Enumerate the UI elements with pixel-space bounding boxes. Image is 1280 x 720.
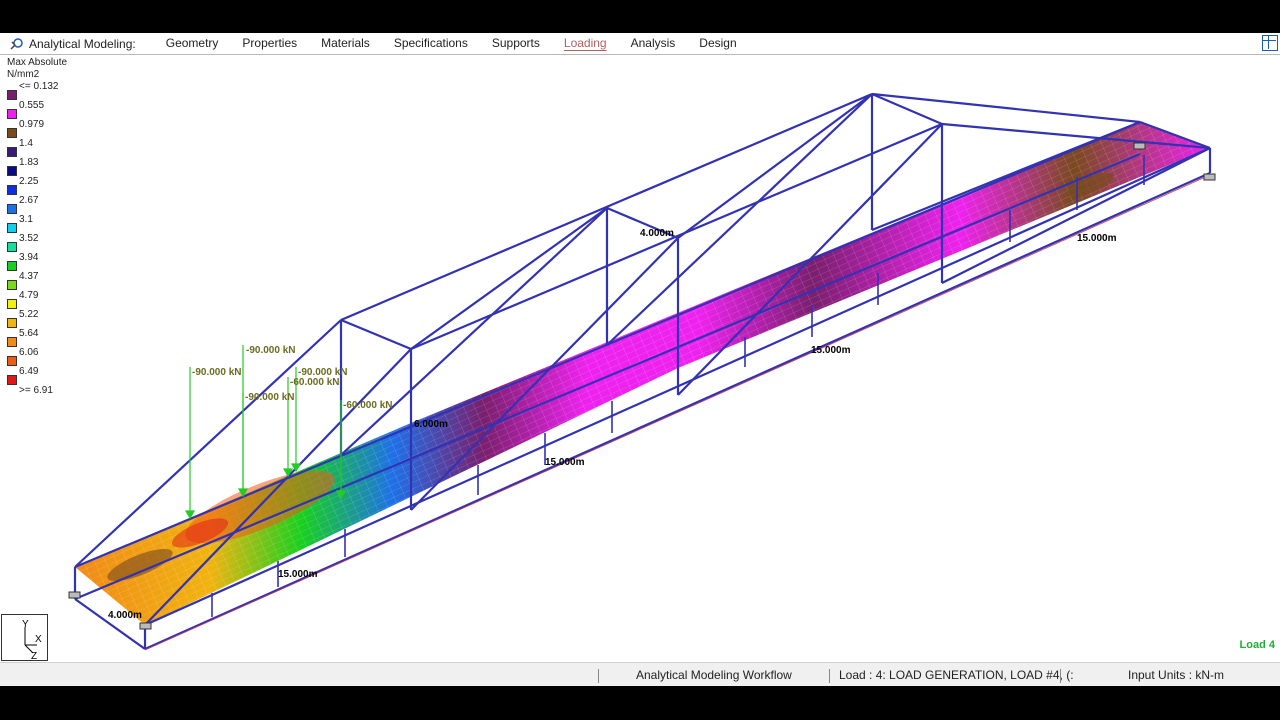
status-load: Load : 4: LOAD GENERATION, LOAD #4, (: — [839, 668, 1074, 682]
legend-item-label: 4.37 — [19, 271, 39, 282]
legend-unit: N/mm2 — [7, 69, 40, 80]
legend-item-label: 5.64 — [19, 328, 39, 339]
legend-swatch — [7, 261, 17, 271]
support-pin-2[interactable] — [139, 622, 152, 630]
status-bar: Analytical Modeling Workflow Load : 4: L… — [0, 662, 1280, 686]
legend-item-label: 2.67 — [19, 195, 39, 206]
triad-y-label: Y — [22, 619, 29, 630]
model-viewport[interactable]: -90.000 kN -90.000 kN -90.000 kN -60.000… — [0, 55, 1280, 662]
legend-item-label: 6.06 — [19, 347, 39, 358]
workflow-title-label: Analytical Modeling: — [29, 36, 136, 51]
window-layout-icon[interactable] — [1262, 35, 1278, 51]
dim-width-bottom: 4.000m — [108, 610, 142, 621]
status-units: Input Units : kN-m — [1128, 668, 1225, 682]
legend-swatch — [7, 166, 17, 176]
legend-swatch — [7, 375, 17, 385]
legend-swatch — [7, 204, 17, 214]
support-pin-1[interactable] — [68, 591, 81, 599]
status-separator — [829, 669, 830, 683]
dim-span-2: 15.000m — [545, 457, 585, 468]
legend-swatch — [7, 90, 17, 100]
support-pin-4[interactable] — [1133, 142, 1146, 150]
triad-x-label: X — [35, 634, 42, 645]
load-label-3: -90.000 kN — [245, 392, 294, 403]
dim-span-1: 15.000m — [278, 569, 318, 580]
legend-swatch — [7, 109, 17, 119]
legend-swatch — [7, 337, 17, 347]
tab-properties[interactable]: Properties — [230, 33, 309, 55]
dim-height: 6.000m — [414, 419, 448, 430]
load-label-4: -60.000 kN — [290, 377, 339, 388]
tab-supports[interactable]: Supports — [480, 33, 552, 55]
legend-item-label: 3.52 — [19, 233, 39, 244]
tab-geometry[interactable]: Geometry — [154, 33, 231, 55]
legend-swatch — [7, 299, 17, 309]
legend-item-label: >= 6.91 — [19, 385, 53, 396]
application-window: Analytical Modeling: Geometry Properties… — [0, 33, 1280, 686]
legend-item-label: 3.1 — [19, 214, 33, 225]
legend-item-label: 5.22 — [19, 309, 39, 320]
status-separator — [1060, 669, 1061, 683]
dim-span-3: 15.000m — [811, 345, 851, 356]
tab-analysis[interactable]: Analysis — [619, 33, 688, 55]
legend-item-label: 1.4 — [19, 138, 33, 149]
tab-specifications[interactable]: Specifications — [382, 33, 480, 55]
load-label-5: -90.000 kN — [298, 367, 347, 378]
legend-swatch — [7, 280, 17, 290]
legend-swatch — [7, 223, 17, 233]
dim-span-4: 15.000m — [1077, 233, 1117, 244]
tab-materials[interactable]: Materials — [309, 33, 382, 55]
truss-model-drawing[interactable]: -90.000 kN -90.000 kN -90.000 kN -60.000… — [0, 55, 1280, 662]
support-pin-3[interactable] — [1203, 173, 1216, 181]
load-labels: -90.000 kN -90.000 kN -90.000 kN -60.000… — [192, 345, 392, 411]
status-separator — [598, 669, 599, 683]
modeling-icon — [10, 37, 23, 50]
tab-loading[interactable]: Loading — [552, 33, 619, 55]
legend-swatch — [7, 318, 17, 328]
legend-item-label: 6.49 — [19, 366, 39, 377]
workflow-toolbar: Analytical Modeling: Geometry Properties… — [0, 33, 1280, 55]
status-workflow: Analytical Modeling Workflow — [636, 668, 792, 682]
legend-item-label: <= 0.132 — [19, 81, 59, 92]
load-label-1: -90.000 kN — [192, 367, 241, 378]
deck-mesh — [75, 122, 1210, 625]
load-case-label: Load 4 — [1239, 639, 1275, 651]
workflow-title: Analytical Modeling: — [0, 33, 136, 55]
load-label-2: -90.000 kN — [246, 345, 295, 356]
load-label-6: -60.000 kN — [343, 400, 392, 411]
stress-legend: Max Absolute N/mm2 <= 0.132 0.555 0.979 1.4… — [7, 57, 68, 396]
legend-item-label: 4.79 — [19, 290, 39, 301]
legend-swatch — [7, 185, 17, 195]
dim-width-top: 4.000m — [640, 228, 674, 239]
legend-item-label: 3.94 — [19, 252, 39, 263]
legend-swatch — [7, 147, 17, 157]
legend-swatch — [7, 356, 17, 366]
axis-triad-icon: Y X Z — [1, 614, 48, 662]
legend-swatch — [7, 128, 17, 138]
legend-swatch — [7, 242, 17, 252]
legend-item-label: 2.25 — [19, 176, 39, 187]
legend-item-label: 1.83 — [19, 157, 39, 168]
legend-item-label: 0.979 — [19, 119, 45, 130]
tab-design[interactable]: Design — [687, 33, 748, 55]
legend-title: Max Absolute — [7, 57, 68, 68]
triad-z-label: Z — [31, 651, 37, 662]
legend-item-label: 0.555 — [19, 100, 45, 111]
